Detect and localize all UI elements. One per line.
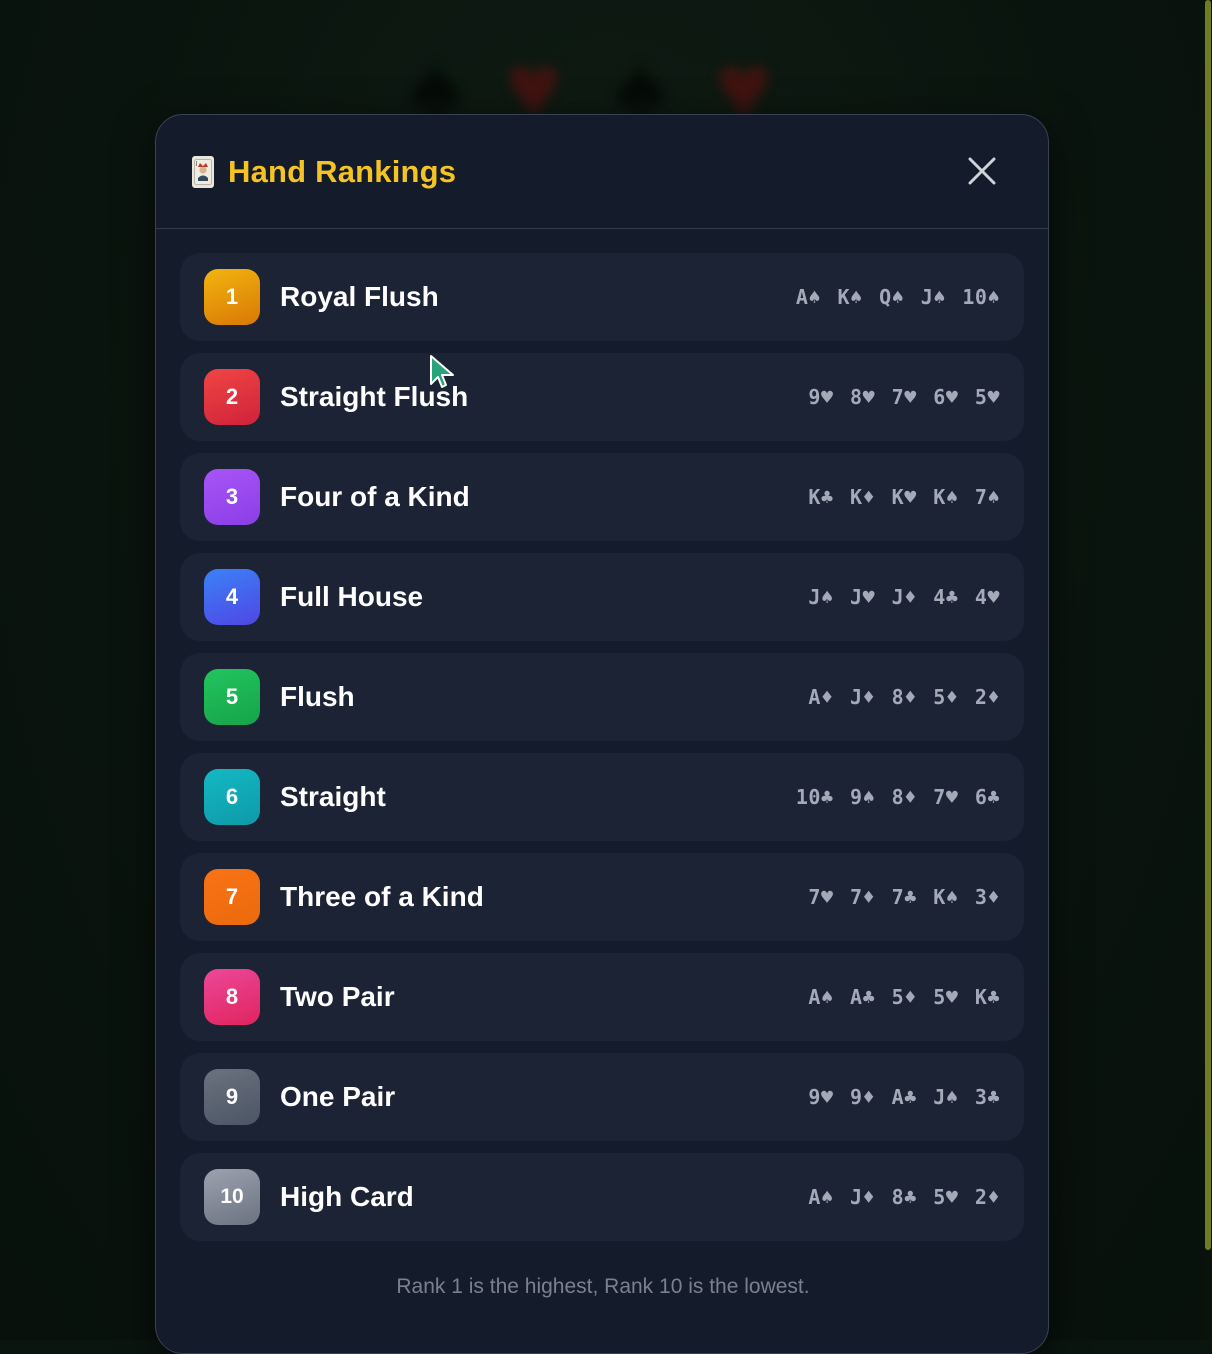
example-cards: A♠ J♦ 8♣ 5♥ 2♦ (808, 1185, 1000, 1209)
hand-ranking-row: 9 One Pair 9♥ 9♦ A♣ J♠ 3♣ (180, 1053, 1024, 1141)
hand-ranking-row: 3 Four of a Kind K♣ K♦ K♥ K♠ 7♠ (180, 453, 1024, 541)
close-icon (968, 157, 996, 185)
rank-badge: 8 (204, 969, 260, 1025)
hand-name: Three of a Kind (280, 881, 484, 912)
mouse-pointer-icon (430, 355, 454, 388)
rank-badge: 6 (204, 769, 260, 825)
svg-text:J: J (195, 161, 197, 167)
scrollbar-thumb[interactable] (1205, 0, 1211, 1250)
hand-ranking-row: 1 Royal Flush A♠ K♠ Q♠ J♠ 10♠ (180, 253, 1024, 341)
example-cards: A♦ J♦ 8♦ 5♦ 2♦ (808, 685, 1000, 709)
hand-rankings-modal: J Hand Rankings 1 Royal Flush A♠ K♠ Q♠ J♠ … (155, 114, 1049, 1354)
hand-ranking-row: 5 Flush A♦ J♦ 8♦ 5♦ 2♦ (180, 653, 1024, 741)
page-scrollbar[interactable] (1204, 0, 1212, 1340)
hand-name: Two Pair (280, 981, 395, 1012)
hand-name: Full House (280, 581, 424, 612)
example-cards: 9♥ 8♥ 7♥ 6♥ 5♥ (808, 385, 1000, 409)
example-cards: A♠ K♠ Q♠ J♠ 10♠ (795, 285, 1000, 309)
rank-badge: 9 (204, 1069, 260, 1125)
example-cards: J♠ J♥ J♦ 4♣ 4♥ (808, 585, 1000, 609)
rank-badge: 10 (204, 1169, 260, 1225)
example-cards: 7♥ 7♦ 7♣ K♠ 3♦ (808, 885, 1000, 909)
example-cards: 9♥ 9♦ A♣ J♠ 3♣ (808, 1085, 1000, 1109)
modal-header: J Hand Rankings (156, 115, 1048, 229)
hand-ranking-list: 1 Royal Flush A♠ K♠ Q♠ J♠ 10♠ 2 Straight Flu… (156, 229, 1048, 1241)
hand-ranking-row: 8 Two Pair A♠ A♣ 5♦ 5♥ K♣ (180, 953, 1024, 1041)
joker-card-icon: J (192, 155, 214, 188)
rank-badge: 4 (204, 569, 260, 625)
hand-ranking-row: 2 Straight Flush 9♥ 8♥ 7♥ 6♥ 5♥ (180, 353, 1024, 441)
hand-ranking-row: 10 High Card A♠ J♦ 8♣ 5♥ 2♦ (180, 1153, 1024, 1241)
hand-name: Straight (280, 781, 386, 812)
rank-badge: 7 (204, 869, 260, 925)
hand-ranking-row: 6 Straight 10♣ 9♠ 8♦ 7♥ 6♣ (180, 753, 1024, 841)
rankings-footnote: Rank 1 is the highest, Rank 10 is the lo… (396, 1275, 810, 1298)
rank-badge: 2 (204, 369, 260, 425)
example-cards: K♣ K♦ K♥ K♠ 7♠ (808, 485, 1000, 509)
hand-name: Four of a Kind (280, 481, 470, 512)
rank-badge: 3 (204, 469, 260, 525)
example-cards: A♠ A♣ 5♦ 5♥ K♣ (808, 985, 1000, 1009)
rank-badge: 1 (204, 269, 260, 325)
example-cards: 10♣ 9♠ 8♦ 7♥ 6♣ (795, 785, 1000, 809)
hand-ranking-row: 7 Three of a Kind 7♥ 7♦ 7♣ K♠ 3♦ (180, 853, 1024, 941)
hand-ranking-row: 4 Full House J♠ J♥ J♦ 4♣ 4♥ (180, 553, 1024, 641)
close-button[interactable] (964, 153, 1000, 189)
hand-name: One Pair (280, 1081, 396, 1112)
modal-title: Hand Rankings (228, 153, 457, 189)
hand-name: Flush (280, 681, 355, 712)
hand-name: Royal Flush (280, 281, 439, 312)
hand-name: High Card (280, 1181, 414, 1212)
rank-badge: 5 (204, 669, 260, 725)
